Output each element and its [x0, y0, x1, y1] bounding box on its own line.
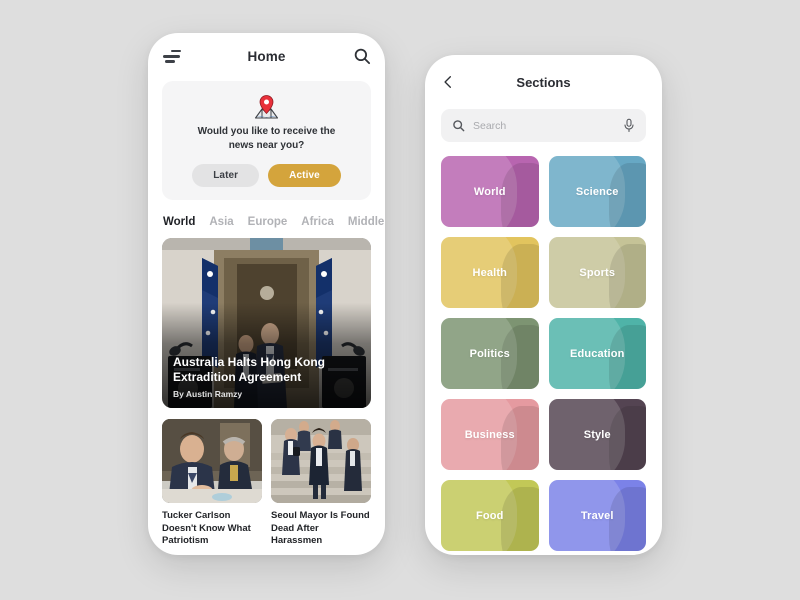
section-tile-health[interactable]: Health [441, 237, 539, 308]
thumbnail-article-row: Tucker Carlson Doesn't Know What Patriot… [162, 419, 371, 548]
section-tile-travel[interactable]: Travel [548, 480, 646, 551]
tile-decoration [608, 487, 646, 551]
section-tile-style[interactable]: Style [548, 399, 646, 470]
sections-grid: World Science Health Sports Politics Edu… [425, 142, 662, 555]
tab-asia[interactable]: Asia [209, 216, 233, 228]
feature-article-byline: By Austin Ramzy [173, 389, 243, 399]
list-item[interactable]: Tucker Carlson Doesn't Know What Patriot… [162, 419, 262, 548]
thumbnail-image-2 [271, 419, 371, 503]
notification-actions: Later Active [172, 164, 361, 187]
later-button[interactable]: Later [192, 164, 260, 187]
phone-home-screen: Home Would you like to receive the news … [148, 33, 385, 555]
search-bar[interactable] [441, 109, 646, 142]
home-header: Home [148, 33, 385, 79]
section-tile-label: Food [476, 509, 504, 522]
list-item[interactable]: Seoul Mayor Is Found Dead After Harassme… [271, 419, 371, 548]
section-tile-label: World [473, 185, 506, 198]
tab-africa[interactable]: Africa [301, 216, 334, 228]
section-tile-label: Politics [469, 347, 510, 360]
tab-middle[interactable]: Middle [348, 216, 384, 228]
tab-world[interactable]: World [163, 216, 195, 228]
canvas: Home Would you like to receive the news … [0, 0, 800, 600]
location-notification-card: Would you like to receive the news near … [162, 81, 371, 200]
map-location-pin-icon [172, 92, 361, 122]
section-tile-sports[interactable]: Sports [548, 237, 646, 308]
phone-sections-screen: Sections World Science [425, 55, 662, 555]
sections-header: Sections [425, 55, 662, 109]
tile-decoration [501, 163, 539, 227]
section-tile-food[interactable]: Food [441, 480, 539, 551]
section-tile-science[interactable]: Science [548, 156, 646, 227]
chevron-left-icon[interactable] [441, 74, 455, 90]
feature-article-text: Australia Halts Hong Kong Extradition Ag… [173, 355, 357, 399]
active-button[interactable]: Active [268, 164, 341, 187]
thumbnail-image-1 [162, 419, 262, 503]
feature-article-title: Australia Halts Hong Kong Extradition Ag… [173, 355, 326, 384]
search-icon [453, 120, 465, 132]
section-tile-politics[interactable]: Politics [441, 318, 539, 389]
tab-europe[interactable]: Europe [248, 216, 288, 228]
search-input[interactable] [473, 119, 615, 132]
section-tile-label: Style [583, 428, 611, 441]
tile-decoration [608, 406, 646, 470]
section-tile-education[interactable]: Education [548, 318, 646, 389]
thumbnail-article-title-1: Tucker Carlson Doesn't Know What Patriot… [162, 510, 251, 546]
section-tile-label: Travel [580, 509, 614, 522]
page-title: Home [247, 48, 286, 64]
section-tile-label: Business [464, 428, 515, 441]
section-tile-world[interactable]: World [441, 156, 539, 227]
category-tabs: World Asia Europe Africa Middle [148, 200, 385, 238]
search-icon[interactable] [353, 47, 371, 65]
section-tile-label: Sports [579, 266, 616, 279]
notification-message: Would you like to receive the news near … [197, 126, 336, 151]
hamburger-menu-icon[interactable] [163, 50, 185, 63]
tile-decoration [501, 487, 539, 551]
section-tile-business[interactable]: Business [441, 399, 539, 470]
section-tile-label: Science [575, 185, 619, 198]
microphone-icon[interactable] [623, 118, 635, 133]
feature-article-card[interactable]: Australia Halts Hong Kong Extradition Ag… [162, 238, 371, 408]
section-tile-label: Education [569, 347, 625, 360]
section-tile-label: Health [472, 266, 508, 279]
sections-page-title: Sections [516, 74, 571, 90]
thumbnail-article-title-2: Seoul Mayor Is Found Dead After Harassme… [271, 510, 370, 546]
